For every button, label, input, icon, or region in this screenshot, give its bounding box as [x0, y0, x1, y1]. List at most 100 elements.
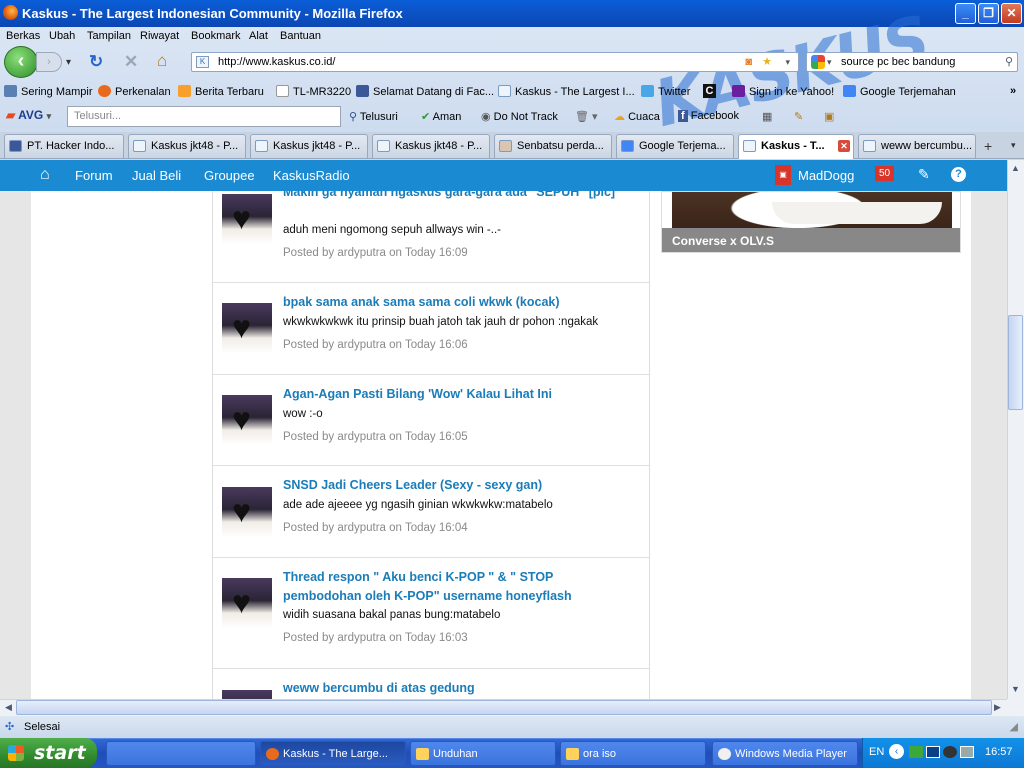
calculator-icon[interactable]: ▦	[762, 110, 772, 123]
pencil-icon[interactable]: ✎	[918, 166, 930, 183]
home-icon[interactable]: ⌂	[157, 51, 167, 71]
search-input[interactable]: ▾ source pc bec bandung ⚲	[806, 52, 1018, 72]
start-button[interactable]: start	[0, 738, 97, 768]
username[interactable]: MadDogg	[798, 168, 854, 183]
taskbar-item-blank[interactable]	[106, 741, 256, 766]
tray-volume-icon[interactable]	[943, 746, 957, 758]
bookmarks-overflow-icon[interactable]: »	[1010, 85, 1016, 97]
search-engine-dropdown-icon[interactable]: ▾	[827, 53, 832, 71]
tab-kaskus-jkt48-3[interactable]: Kaskus jkt48 - P...	[372, 134, 490, 158]
new-tab-icon[interactable]: +	[984, 138, 992, 154]
horizontal-scroll-thumb[interactable]	[16, 700, 992, 715]
tray-monitor-icon[interactable]	[960, 746, 974, 758]
post-title[interactable]: SNSD Jadi Cheers Leader (Sexy - sexy gan…	[283, 476, 633, 495]
nav-groupee[interactable]: Groupee	[204, 168, 255, 183]
menu-bookmark[interactable]: Bookmark	[191, 30, 241, 42]
post-title[interactable]: bpak sama anak sama sama coli wkwk (koca…	[283, 293, 633, 312]
url-dropdown-icon[interactable]: ▾	[785, 53, 790, 71]
clock[interactable]: 16:57	[985, 746, 1013, 758]
vertical-scrollbar[interactable]: ▲ ▼	[1007, 160, 1024, 699]
bookmark-star-icon[interactable]: ★	[762, 53, 772, 71]
nav-forum[interactable]: Forum	[75, 168, 113, 183]
post-title[interactable]: weww bercumbu di atas gedung	[283, 679, 633, 698]
avatar[interactable]	[222, 690, 272, 699]
notification-badge[interactable]: 50	[875, 166, 895, 181]
avg-logo[interactable]: ▰ AVG ▾	[6, 108, 51, 122]
bookmark-twitter[interactable]: Twitter	[641, 85, 690, 98]
home-icon[interactable]: ⌂	[40, 166, 50, 184]
resize-grip-icon[interactable]: ◢	[1010, 716, 1018, 738]
restore-button[interactable]: ❐	[978, 3, 999, 24]
do-not-track-button[interactable]: ◉ Do Not Track	[481, 110, 558, 123]
forward-button[interactable]: ›	[36, 52, 62, 72]
scroll-left-icon[interactable]: ◀	[1, 700, 16, 715]
reload-icon[interactable]: ↻	[89, 52, 103, 72]
stop-icon[interactable]: ✕	[124, 52, 138, 72]
tab-google-translate[interactable]: Google Terjema...	[616, 134, 734, 158]
bookmark-sering-mampir[interactable]: Sering Mampir	[4, 85, 93, 98]
tab-weww-bercumbu[interactable]: weww bercumbu...	[858, 134, 976, 158]
help-icon[interactable]: ?	[951, 167, 966, 182]
tray-network-icon[interactable]	[926, 746, 940, 758]
close-tab-icon[interactable]: ✕	[838, 140, 850, 152]
bookmark-perkenalan[interactable]: Perkenalan	[98, 85, 171, 98]
window-title-bar[interactable]: Kaskus - The Largest Indonesian Communit…	[0, 0, 1024, 27]
avatar[interactable]	[222, 487, 272, 537]
avatar[interactable]	[222, 194, 272, 244]
bookmark-berita-terbaru[interactable]: Berita Terbaru	[178, 85, 264, 98]
menu-tampilan[interactable]: Tampilan	[87, 30, 131, 42]
trash-icon[interactable]: 🗑 ▾	[575, 110, 598, 123]
avatar[interactable]	[222, 303, 272, 353]
bookmark-facebook[interactable]: Selamat Datang di Fac...	[356, 85, 494, 98]
search-magnifier-icon[interactable]: ⚲	[1005, 53, 1013, 71]
avatar[interactable]	[222, 578, 272, 628]
tray-arrow-icon[interactable]: ‹	[889, 744, 904, 759]
user-avatar[interactable]: ▣	[775, 165, 791, 185]
tab-senbatsu[interactable]: Senbatsu perda...	[494, 134, 612, 158]
tray-app-icon[interactable]	[909, 746, 923, 758]
taskbar-item-firefox[interactable]: Kaskus - The Large...	[260, 741, 406, 766]
scroll-right-icon[interactable]: ▶	[990, 700, 1005, 715]
scroll-up-icon[interactable]: ▲	[1008, 161, 1023, 176]
bookmark-google-translate[interactable]: Google Terjemahan	[843, 85, 956, 98]
history-dropdown-icon[interactable]: ▾	[66, 53, 71, 73]
tab-kaskus-jkt48-2[interactable]: Kaskus jkt48 - P...	[250, 134, 368, 158]
rss-icon[interactable]: ◙	[745, 53, 752, 71]
tab-kaskus-jkt48-1[interactable]: Kaskus jkt48 - P...	[128, 134, 246, 158]
post-title[interactable]: Thread respon " Aku benci K-POP " & " ST…	[283, 568, 633, 606]
avg-facebook-button[interactable]: f Facebook	[678, 110, 739, 122]
avg-safe-button[interactable]: ✔ Aman	[421, 110, 461, 123]
menu-riwayat[interactable]: Riwayat	[140, 30, 179, 42]
url-input[interactable]: K http://www.kaskus.co.id/ ◙ ★ ▾	[191, 52, 799, 72]
close-button[interactable]: ✕	[1001, 3, 1022, 24]
taskbar-item-ora-iso[interactable]: ora iso	[560, 741, 706, 766]
bookmark-yahoo[interactable]: Sign in ke Yahoo!	[732, 85, 834, 98]
nav-kaskusradio[interactable]: KaskusRadio	[273, 168, 350, 183]
bookmark-tl-mr3220[interactable]: TL-MR3220	[276, 85, 351, 98]
vertical-scroll-thumb[interactable]	[1008, 315, 1023, 410]
avatar[interactable]	[222, 395, 272, 445]
menu-berkas[interactable]: Berkas	[6, 30, 40, 42]
post-title[interactable]: Agan-Agan Pasti Bilang 'Wow' Kalau Lihat…	[283, 385, 633, 404]
menu-ubah[interactable]: Ubah	[49, 30, 75, 42]
avg-search-button[interactable]: ⚲ Telusuri	[349, 110, 398, 123]
tab-kaskus-active[interactable]: Kaskus - T... ✕	[738, 134, 854, 159]
bookmark-kaskus[interactable]: Kaskus - The Largest I...	[498, 85, 635, 98]
folder-icon[interactable]: ▣	[824, 110, 834, 123]
nav-jual-beli[interactable]: Jual Beli	[132, 168, 181, 183]
notepad-icon[interactable]: ✎	[794, 110, 803, 123]
tab-list-icon[interactable]: ▾	[1011, 140, 1016, 151]
c-bookmark-icon[interactable]: C	[703, 84, 716, 98]
taskbar-item-unduhan[interactable]: Unduhan	[410, 741, 556, 766]
back-button[interactable]: ‹	[4, 46, 38, 78]
tab-hacker-indo[interactable]: PT. Hacker Indo...	[4, 134, 124, 158]
scroll-down-icon[interactable]: ▼	[1008, 682, 1023, 697]
language-indicator[interactable]: EN	[869, 746, 884, 758]
minimize-button[interactable]: _	[955, 3, 976, 24]
weather-button[interactable]: ☁ Cuaca	[614, 110, 660, 123]
menu-bantuan[interactable]: Bantuan	[280, 30, 321, 42]
sidebar-product-card[interactable]: Converse x OLV.S	[661, 191, 961, 253]
avg-search-input[interactable]: Telusuri...	[67, 106, 341, 127]
taskbar-item-media-player[interactable]: Windows Media Player	[712, 741, 858, 766]
menu-alat[interactable]: Alat	[249, 30, 268, 42]
